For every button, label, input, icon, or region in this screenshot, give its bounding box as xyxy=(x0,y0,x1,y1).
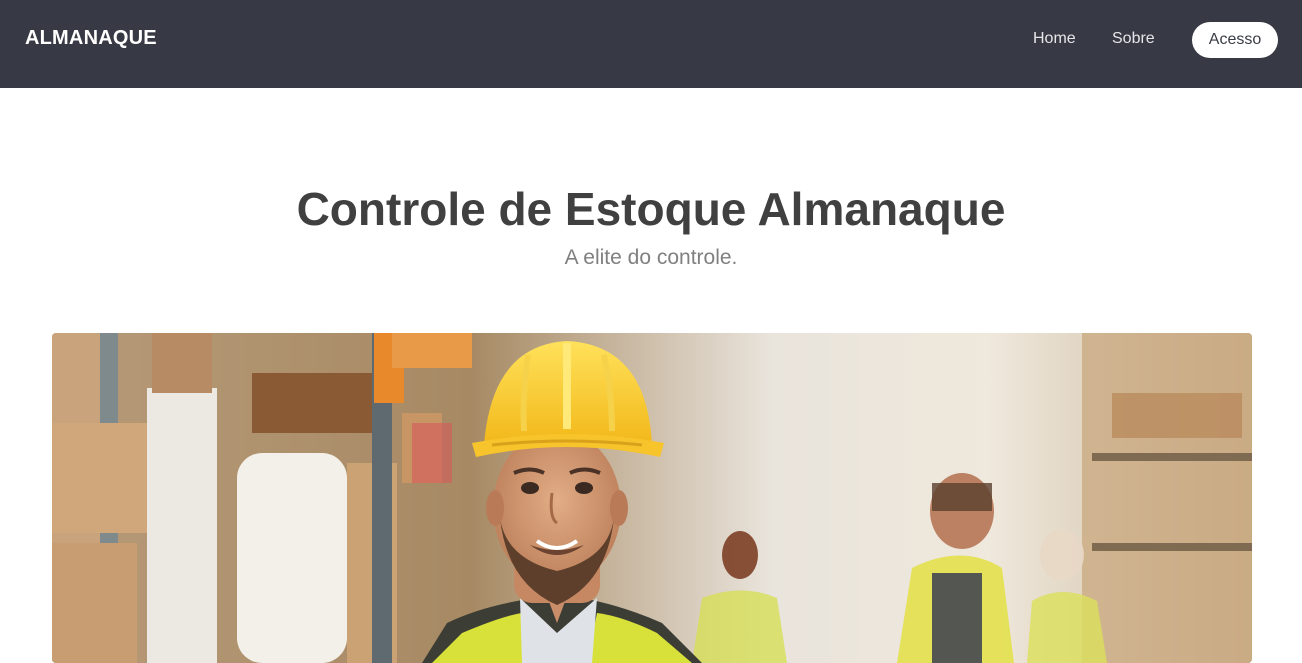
access-button[interactable]: Acesso xyxy=(1192,22,1278,58)
brand-logo[interactable]: ALMANAQUE xyxy=(25,27,157,50)
nav-link-sobre[interactable]: Sobre xyxy=(1112,30,1155,48)
page-title: Controle de Estoque Almanaque xyxy=(296,183,1006,235)
nav-link-home[interactable]: Home xyxy=(1033,30,1076,48)
hero-banner-image xyxy=(52,333,1252,663)
page-subtitle: A elite do controle. xyxy=(564,246,738,269)
navbar: ALMANAQUE Home Sobre Acesso xyxy=(0,0,1302,88)
warehouse-worker-illustration xyxy=(52,333,1252,663)
